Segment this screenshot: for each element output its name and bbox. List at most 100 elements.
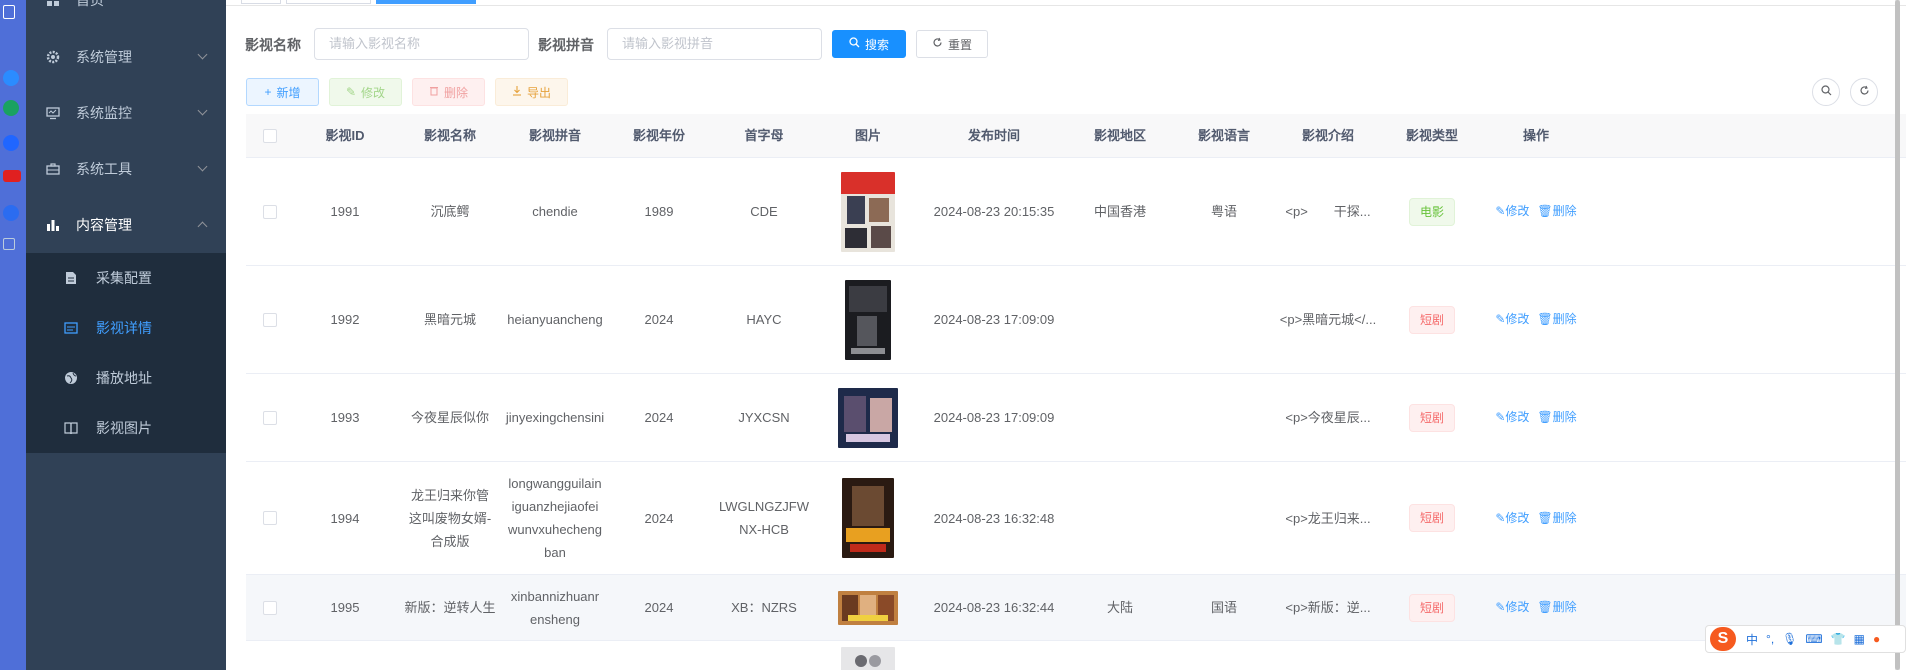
poster-image[interactable] bbox=[838, 387, 898, 448]
row-checkbox[interactable] bbox=[263, 600, 277, 615]
cell-language: 国语 bbox=[1210, 600, 1237, 615]
table-row[interactable]: 1994 龙王归来你管这叫废物女婿-合成版 longwangguilainigu… bbox=[246, 462, 1906, 575]
reset-button[interactable]: 重置 bbox=[916, 30, 988, 58]
plus-box-icon[interactable] bbox=[3, 238, 15, 250]
row-delete-button[interactable]: 🗑删除 bbox=[1537, 200, 1576, 223]
row-edit-button[interactable]: ✎修改 bbox=[1495, 596, 1529, 619]
row-edit-button[interactable]: ✎修改 bbox=[1495, 308, 1529, 331]
cell-actions: ✎修改 🗑删除 bbox=[1484, 266, 1588, 373]
table-row[interactable]: 1991 沉底鳄 chendie 1989 CDE 2024-08-23 20:… bbox=[246, 158, 1906, 266]
sidebar-item-content-management[interactable]: 内容管理 bbox=[26, 197, 226, 253]
main-content: 影视名称 请输入影视名称 影视拼音 请输入影视拼音 搜索 重置 + 新增 ✎ 修… bbox=[226, 0, 1906, 670]
delete-button[interactable]: 删除 bbox=[412, 78, 485, 106]
table-row[interactable] bbox=[246, 641, 1906, 670]
video-name-input[interactable]: 请输入影视名称 bbox=[314, 28, 529, 60]
chevron-down-icon bbox=[197, 161, 208, 172]
select-all-checkbox[interactable] bbox=[263, 129, 277, 143]
row-delete-button[interactable]: 🗑删除 bbox=[1537, 406, 1576, 429]
table-row[interactable]: 1992 黑暗元城 heianyuancheng 2024 HAYC 2024-… bbox=[246, 266, 1906, 374]
clock-icon[interactable] bbox=[3, 205, 19, 221]
poster-image[interactable] bbox=[841, 647, 895, 670]
row-delete-button[interactable]: 🗑删除 bbox=[1537, 596, 1576, 619]
ime-toolbar[interactable]: S 中 °, 🎙 ⌨ 👕 ▦ ● bbox=[1705, 625, 1906, 653]
edit-button[interactable]: ✎ 修改 bbox=[329, 78, 402, 106]
row-checkbox[interactable] bbox=[263, 511, 277, 525]
cell-intro: <p>黑暗元城</... bbox=[1279, 312, 1377, 327]
sogou-logo-icon[interactable]: S bbox=[1710, 627, 1736, 651]
cell-actions: ✎修改 🗑删除 bbox=[1484, 158, 1588, 265]
mascot-icon[interactable]: ● bbox=[1873, 632, 1880, 646]
row-checkbox[interactable] bbox=[263, 204, 277, 219]
row-edit-button[interactable]: ✎修改 bbox=[1495, 406, 1529, 429]
cell-pinyin: xinbannizhuanrensheng bbox=[510, 588, 600, 627]
app-icon[interactable] bbox=[3, 70, 19, 86]
row-edit-button[interactable]: ✎修改 bbox=[1495, 507, 1529, 530]
type-tag: 短剧 bbox=[1408, 593, 1455, 622]
grid-icon[interactable]: ▦ bbox=[1854, 632, 1865, 646]
cell-image bbox=[816, 374, 920, 461]
badge-icon[interactable] bbox=[3, 170, 21, 182]
tab-tag-active[interactable] bbox=[376, 0, 476, 4]
cell-name: 新版：逆转人生 bbox=[404, 600, 496, 615]
monitor-icon bbox=[46, 106, 60, 120]
poster-image[interactable] bbox=[842, 478, 894, 558]
row-delete-button[interactable]: 🗑删除 bbox=[1537, 507, 1576, 530]
paw-icon[interactable] bbox=[3, 135, 19, 151]
cell-intro: <p> 干探... bbox=[1285, 204, 1371, 219]
cell-year: 1989 bbox=[644, 204, 674, 219]
edit-button-label: 修改 bbox=[361, 85, 386, 100]
poster-image[interactable] bbox=[845, 279, 891, 360]
sidebar-subitem-collect-config[interactable]: 采集配置 bbox=[26, 253, 226, 303]
sidebar-item-system-management[interactable]: 系统管理 bbox=[26, 29, 226, 85]
sidebar-subitem-play-url[interactable]: 播放地址 bbox=[26, 353, 226, 403]
cell-initial: XB：NZRS bbox=[731, 600, 797, 615]
cell-region bbox=[1068, 462, 1172, 574]
column-header: 影视地区 bbox=[1093, 128, 1146, 143]
video-pinyin-input[interactable]: 请输入影视拼音 bbox=[607, 28, 822, 60]
sidebar-item-system-monitor[interactable]: 系统监控 bbox=[26, 85, 226, 141]
cell-region: 大陆 bbox=[1106, 600, 1133, 615]
row-edit-label: 修改 bbox=[1505, 510, 1530, 525]
refresh-icon bbox=[1859, 85, 1870, 99]
sidebar-subitem-video-images[interactable]: 影视图片 bbox=[26, 403, 226, 453]
toggle-search-button[interactable] bbox=[1812, 78, 1840, 106]
window-icon[interactable] bbox=[3, 5, 15, 19]
app-icon[interactable] bbox=[3, 100, 19, 116]
row-edit-button[interactable]: ✎修改 bbox=[1495, 200, 1529, 223]
export-button[interactable]: 导出 bbox=[495, 78, 568, 106]
add-button[interactable]: + 新增 bbox=[246, 78, 319, 106]
reset-button-label: 重置 bbox=[947, 37, 972, 52]
column-header: 图片 bbox=[854, 128, 881, 143]
cell-image bbox=[816, 575, 920, 640]
sidebar-subitem-label: 影视图片 bbox=[96, 420, 152, 436]
ime-punctuation-toggle[interactable]: °, bbox=[1766, 632, 1774, 646]
sidebar-subitem-label: 播放地址 bbox=[96, 370, 152, 386]
skin-icon[interactable]: 👕 bbox=[1831, 632, 1846, 646]
sidebar-item-system-tools[interactable]: 系统工具 bbox=[26, 141, 226, 197]
delete-button-label: 删除 bbox=[443, 85, 468, 100]
table-row[interactable]: 1995 新版：逆转人生 xinbannizhuanrensheng 2024 … bbox=[246, 575, 1906, 641]
cell-name: 沉底鳄 bbox=[430, 204, 470, 219]
cell-type: 短剧 bbox=[1380, 575, 1484, 640]
table-row[interactable]: 1993 今夜星辰似你 jinyexingchensini 2024 JYXCS… bbox=[246, 374, 1906, 462]
refresh-table-button[interactable] bbox=[1850, 78, 1878, 106]
page-scrollbar[interactable] bbox=[1895, 0, 1900, 670]
poster-image[interactable] bbox=[838, 590, 898, 625]
column-header: 影视类型 bbox=[1405, 128, 1458, 143]
row-checkbox[interactable] bbox=[263, 312, 277, 327]
row-checkbox[interactable] bbox=[263, 410, 277, 425]
sidebar-item-home[interactable]: 首页 bbox=[26, 0, 226, 28]
search-button[interactable]: 搜索 bbox=[832, 30, 906, 58]
cell-initial: JYXCSN bbox=[738, 410, 790, 425]
poster-image[interactable] bbox=[841, 171, 895, 252]
sidebar-subitem-video-details[interactable]: 影视详情 bbox=[26, 303, 226, 353]
cell-actions: ✎修改 🗑删除 bbox=[1484, 462, 1588, 574]
row-delete-button[interactable]: 🗑删除 bbox=[1537, 308, 1576, 331]
tab-tag[interactable] bbox=[241, 0, 281, 4]
keyboard-icon[interactable]: ⌨ bbox=[1805, 632, 1822, 646]
microphone-icon[interactable]: 🎙 bbox=[1782, 632, 1797, 646]
ime-language-toggle[interactable]: 中 bbox=[1746, 631, 1758, 648]
scrollbar-thumb[interactable] bbox=[1895, 0, 1900, 670]
tab-tag[interactable] bbox=[286, 0, 371, 4]
row-edit-label: 修改 bbox=[1505, 204, 1530, 218]
